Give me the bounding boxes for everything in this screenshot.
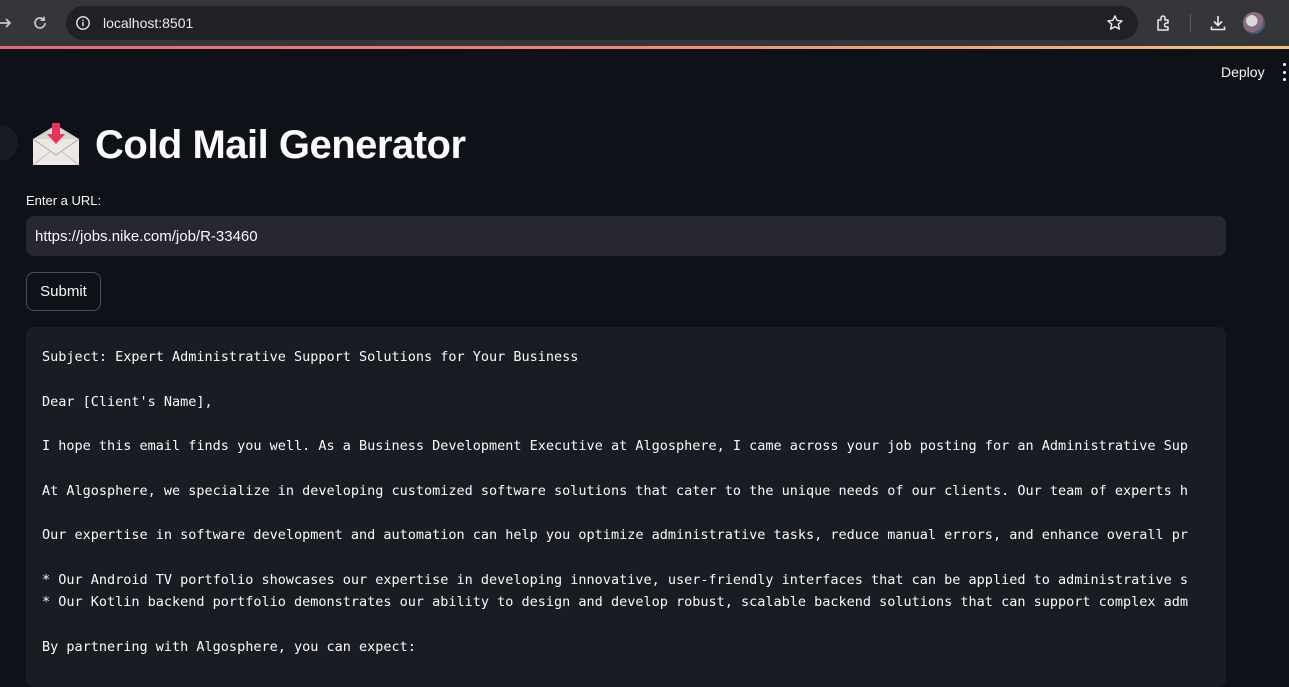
email-bullet: * Our Kotlin backend portfolio demonstra… [42,594,1189,611]
browser-toolbar: localhost:8501 [0,0,1289,46]
deploy-button[interactable]: Deploy [1221,64,1265,80]
page-title: Cold Mail Generator [95,122,466,167]
bookmark-star-icon[interactable] [1106,14,1124,32]
url-field-label: Enter a URL: [26,193,102,208]
email-subject-line: Subject: Expert Administrative Support S… [42,349,579,365]
email-paragraph: By partnering with Algosphere, you can e… [42,638,416,655]
sidebar-toggle-button[interactable] [0,125,18,161]
app-main: Deploy Cold Mail Generator Enter a URL: … [0,49,1289,687]
email-paragraph: Our expertise in software development an… [42,527,1189,544]
address-bar[interactable]: localhost:8501 [66,6,1138,40]
generated-email-code-block: Subject: Expert Administrative Support S… [26,327,1226,687]
reload-icon[interactable] [28,11,52,35]
main-menu-icon[interactable] [1283,63,1289,81]
email-bullet: * Our Android TV portfolio showcases our… [42,571,1189,588]
forward-icon[interactable] [0,11,18,35]
email-greeting-line: Dear [Client's Name], [42,393,213,410]
extensions-icon[interactable] [1152,11,1176,35]
site-info-icon[interactable] [75,15,91,31]
url-text[interactable]: localhost:8501 [103,15,193,31]
toolbar-divider [1190,14,1191,32]
downloads-icon[interactable] [1206,11,1230,35]
submit-button[interactable]: Submit [26,272,101,311]
url-input[interactable]: https://jobs.nike.com/job/R-33460 [26,216,1226,256]
email-paragraph: I hope this email finds you well. As a B… [42,438,1189,455]
envelope-with-arrow-icon [32,123,80,166]
page-title-row: Cold Mail Generator [31,121,466,169]
email-paragraph: At Algosphere, we specialize in developi… [42,482,1189,499]
profile-avatar[interactable] [1243,12,1265,34]
